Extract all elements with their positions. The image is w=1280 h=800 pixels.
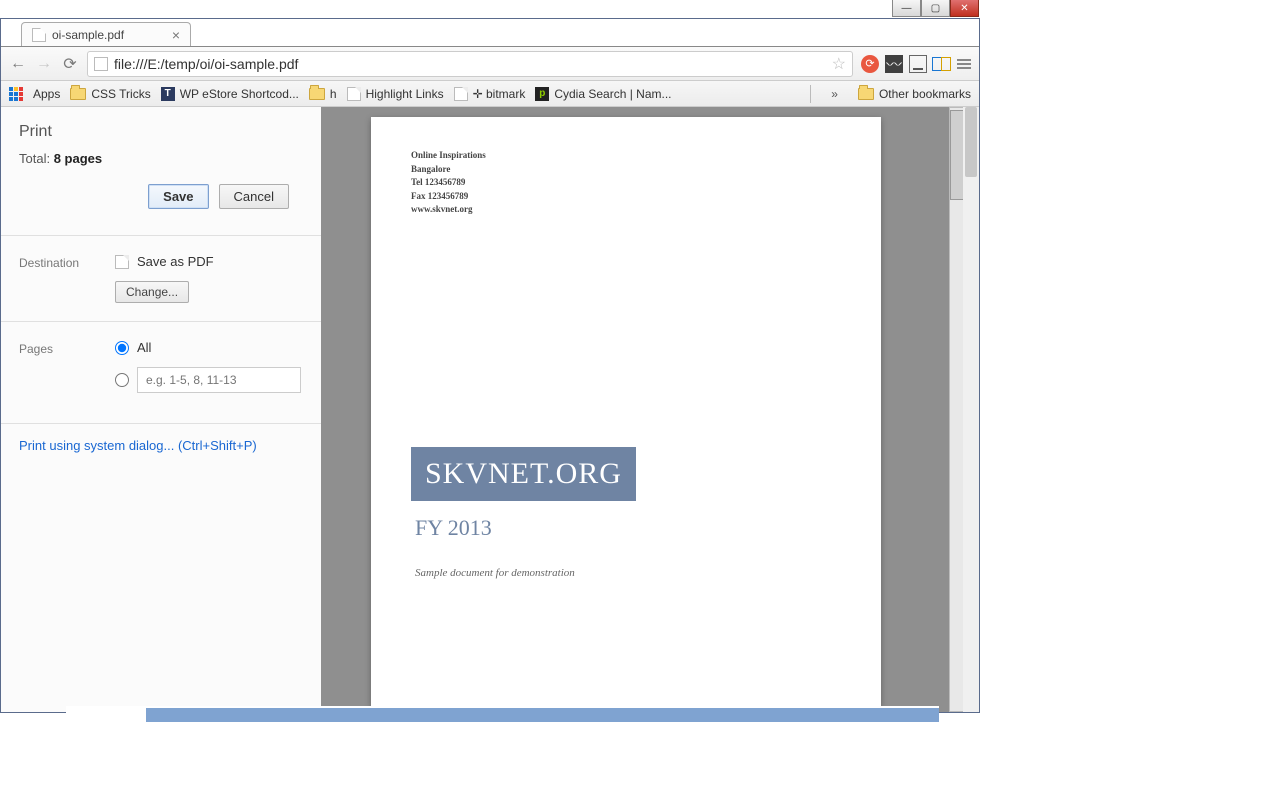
page-icon xyxy=(454,87,468,101)
pages-label: Pages xyxy=(19,340,97,356)
preview-page: Online Inspirations Bangalore Tel 123456… xyxy=(371,117,881,707)
doc-subtitle: FY 2013 xyxy=(411,515,841,541)
print-preview: Online Inspirations Bangalore Tel 123456… xyxy=(321,107,979,712)
folder-icon xyxy=(70,88,86,100)
pages-section: Pages All xyxy=(1,321,321,423)
folder-icon xyxy=(858,88,874,100)
tab-strip: oi-sample.pdf × xyxy=(1,19,979,47)
destination-value: Save as PDF xyxy=(137,254,214,269)
tab-close-icon[interactable]: × xyxy=(172,27,180,43)
pages-range-input[interactable] xyxy=(137,367,301,393)
doc-org: Online Inspirations xyxy=(411,149,841,163)
print-title: Print xyxy=(19,123,303,141)
change-destination-button[interactable]: Change... xyxy=(115,281,189,303)
extension-dashboard-icon[interactable]: 〰 xyxy=(885,55,903,73)
print-panel: Print Total: 8 pages Save Cancel Destina… xyxy=(1,107,321,712)
browser-window: — ▢ ✕ oi-sample.pdf × ← → ⟳ file:///E:/t… xyxy=(0,18,980,713)
destination-section: Destination Save as PDF Change... xyxy=(1,235,321,321)
extension-stumbleupon-icon[interactable]: ⟳ xyxy=(861,55,879,73)
tab-title: oi-sample.pdf xyxy=(52,28,124,42)
window-maximize-button[interactable]: ▢ xyxy=(921,0,950,17)
save-button[interactable]: Save xyxy=(148,184,208,209)
page-icon xyxy=(347,87,361,101)
window-close-button[interactable]: ✕ xyxy=(950,0,979,17)
favicon: p xyxy=(535,87,549,101)
folder-icon xyxy=(309,88,325,100)
browser-tab[interactable]: oi-sample.pdf × xyxy=(21,22,191,46)
bookmark-item[interactable]: pCydia Search | Nam... xyxy=(535,87,671,101)
pages-all-label: All xyxy=(137,340,151,355)
bookmark-item[interactable]: TWP eStore Shortcod... xyxy=(161,87,299,101)
back-button[interactable]: ← xyxy=(9,55,27,73)
doc-fax: Fax 123456789 xyxy=(411,190,841,204)
extension-minimize-icon[interactable] xyxy=(909,55,927,73)
bookmarks-overflow[interactable]: » xyxy=(831,87,838,101)
window-minimize-button[interactable]: — xyxy=(892,0,921,17)
doc-banner: SKVNET.ORG xyxy=(411,447,636,501)
doc-site: www.skvnet.org xyxy=(411,203,841,217)
reload-button[interactable]: ⟳ xyxy=(61,54,79,74)
content-area: Print Total: 8 pages Save Cancel Destina… xyxy=(1,107,979,712)
apps-icon[interactable] xyxy=(9,87,23,101)
bookmark-item[interactable]: ✛ bitmark xyxy=(454,87,526,101)
extension-screens-icon[interactable] xyxy=(933,57,951,71)
doc-note: Sample document for demonstration xyxy=(411,567,841,579)
file-icon xyxy=(32,28,46,42)
toolbar: ← → ⟳ file:///E:/temp/oi/oi-sample.pdf ☆… xyxy=(1,47,979,81)
bookmark-item[interactable]: CSS Tricks xyxy=(70,87,150,101)
doc-tel: Tel 123456789 xyxy=(411,176,841,190)
destination-label: Destination xyxy=(19,254,97,270)
separator xyxy=(810,85,811,103)
other-bookmarks[interactable]: Other bookmarks xyxy=(858,87,971,101)
chrome-menu-button[interactable] xyxy=(957,57,971,71)
viewer-scrollbar[interactable] xyxy=(963,107,979,712)
doc-city: Bangalore xyxy=(411,163,841,177)
url-text: file:///E:/temp/oi/oi-sample.pdf xyxy=(114,56,298,72)
system-dialog-link[interactable]: Print using system dialog... (Ctrl+Shift… xyxy=(1,423,321,467)
pages-all-radio[interactable] xyxy=(115,341,129,355)
bookmark-item[interactable]: Highlight Links xyxy=(347,87,444,101)
pdf-icon xyxy=(115,255,129,269)
horizontal-scrollbar[interactable] xyxy=(66,706,939,724)
bookmarks-bar: Apps CSS Tricks TWP eStore Shortcod... h… xyxy=(1,81,979,107)
apps-label[interactable]: Apps xyxy=(33,87,60,101)
file-protocol-icon xyxy=(94,57,108,71)
bookmark-item[interactable]: h xyxy=(309,87,337,101)
address-bar[interactable]: file:///E:/temp/oi/oi-sample.pdf ☆ xyxy=(87,51,853,77)
pages-range-radio[interactable] xyxy=(115,373,129,387)
print-total: Total: 8 pages xyxy=(19,151,303,166)
favicon: T xyxy=(161,87,175,101)
star-icon[interactable]: ☆ xyxy=(832,54,846,74)
forward-button: → xyxy=(35,55,53,73)
cancel-button[interactable]: Cancel xyxy=(219,184,289,209)
